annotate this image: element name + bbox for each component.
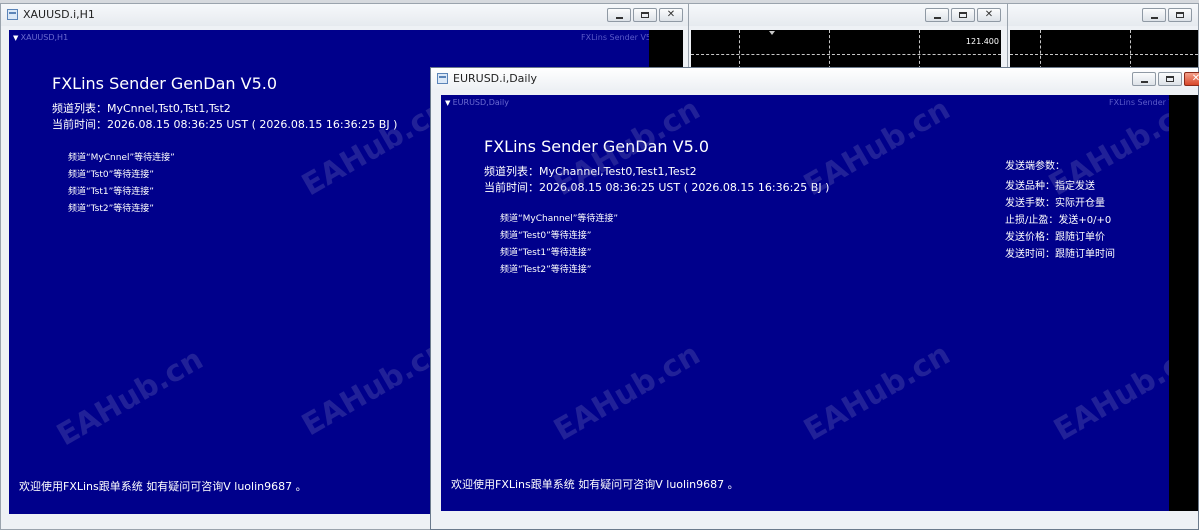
current-time: 当前时间：2026.08.15 08:36:25 UST ( 2026.08.1… xyxy=(52,118,398,131)
close-button[interactable]: ✕ xyxy=(1184,72,1199,86)
ea-title: FXLins Sender GenDan V5.0 xyxy=(484,137,710,156)
grid-line xyxy=(1010,54,1198,55)
footer-message: 欢迎使用FXLins跟单系统 如有疑问可咨询V luolin9687 。 xyxy=(19,480,307,493)
param-symbol: 发送品种：指定发送 xyxy=(1005,181,1095,192)
watermark: EAHub.cn xyxy=(548,336,707,449)
minimize-icon xyxy=(1141,81,1148,83)
channel-status: 频道“Test1”等待连接” xyxy=(500,248,592,258)
watermark: EAHub.cn xyxy=(798,336,957,449)
symbol-label: EURUSD,Daily xyxy=(445,98,509,107)
channel-status: 频道“Test0”等待连接” xyxy=(500,231,592,241)
channel-status: 频道“MyCnnel”等待连接” xyxy=(68,153,175,163)
eurusd-chart-right-strip[interactable] xyxy=(1169,95,1198,511)
triangle-marker-icon xyxy=(769,31,775,35)
close-icon: ✕ xyxy=(666,9,676,20)
ea-title: FXLins Sender GenDan V5.0 xyxy=(52,74,278,93)
minimize-button[interactable] xyxy=(925,8,949,22)
ea-name-label: FXLins Sender V5 xyxy=(581,33,649,42)
current-time: 当前时间：2026.08.15 08:36:25 UST ( 2026.08.1… xyxy=(484,181,830,194)
symbol-label: XAUUSD,H1 xyxy=(13,33,69,42)
chart-window-icon xyxy=(437,73,448,84)
restore-icon xyxy=(1176,12,1184,18)
params-title: 发送端参数： xyxy=(1005,161,1065,172)
minimize-button[interactable] xyxy=(607,8,631,22)
sender-params: 发送端参数： 发送品种：指定发送 发送手数：实际开仓量 止损/止盈：发送+0/+… xyxy=(1005,157,1115,262)
eurusd-chart-area[interactable]: EURUSD,Daily FXLins Sender V5 FXLins Sen… xyxy=(441,95,1169,511)
maximize-button[interactable] xyxy=(633,8,657,22)
chart-window-icon xyxy=(7,9,18,20)
channel-list: 频道列表：MyCnnel,Tst0,Tst1,Tst2 xyxy=(52,102,231,115)
restore-icon xyxy=(959,12,967,18)
close-icon: ✕ xyxy=(984,9,994,20)
param-time: 发送时间：跟随订单时间 xyxy=(1005,249,1115,260)
restore-icon xyxy=(641,12,649,18)
window-title: EURUSD.i,Daily xyxy=(453,72,538,85)
channel-list: 频道列表：MyChannel,Test0,Test1,Test2 xyxy=(484,165,697,178)
background-titlebar[interactable]: ✕ xyxy=(689,4,1007,26)
close-icon: ✕ xyxy=(1191,73,1199,84)
watermark: EAHub.cn xyxy=(51,341,210,454)
close-button[interactable]: ✕ xyxy=(977,8,1001,22)
footer-message: 欢迎使用FXLins跟单系统 如有疑问可咨询V luolin9687 。 xyxy=(451,478,739,491)
channel-status: 频道“Tst2”等待连接” xyxy=(68,204,154,214)
close-button[interactable]: ✕ xyxy=(659,8,683,22)
param-sltp: 止损/止盈：发送+0/+0 xyxy=(1005,215,1112,226)
eurusd-titlebar[interactable]: EURUSD.i,Daily ✕ xyxy=(431,68,1199,90)
eurusd-chart-window[interactable]: EURUSD.i,Daily ✕ EURUSD,Daily FXLins Sen… xyxy=(430,67,1199,530)
xauusd-titlebar[interactable]: XAUUSD.i,H1 ✕ xyxy=(1,4,689,26)
right-titlebar[interactable] xyxy=(1008,4,1198,26)
minimize-button[interactable] xyxy=(1132,72,1156,86)
channel-status: 频道“Tst0”等待连接” xyxy=(68,170,154,180)
minimize-icon xyxy=(616,17,623,19)
minimize-button[interactable] xyxy=(1142,8,1166,22)
restore-icon xyxy=(1166,76,1174,82)
grid-line xyxy=(691,54,1001,55)
maximize-button[interactable] xyxy=(1168,8,1192,22)
window-title: XAUUSD.i,H1 xyxy=(23,8,95,21)
maximize-button[interactable] xyxy=(1158,72,1182,86)
ea-name-label: FXLins Sender V5 xyxy=(1109,98,1169,107)
channel-status: 频道“Test2”等待连接” xyxy=(500,265,592,275)
channel-status: 频道“MyChannel”等待连接” xyxy=(500,214,619,224)
param-lots: 发送手数：实际开仓量 xyxy=(1005,198,1105,209)
watermark: EAHub.cn xyxy=(1048,336,1169,449)
minimize-icon xyxy=(1151,17,1158,19)
maximize-button[interactable] xyxy=(951,8,975,22)
minimize-icon xyxy=(934,17,941,19)
price-label: 121.400 xyxy=(965,37,999,46)
channel-status: 频道“Tst1”等待连接” xyxy=(68,187,154,197)
param-price: 发送价格：跟随订单价 xyxy=(1005,232,1105,243)
